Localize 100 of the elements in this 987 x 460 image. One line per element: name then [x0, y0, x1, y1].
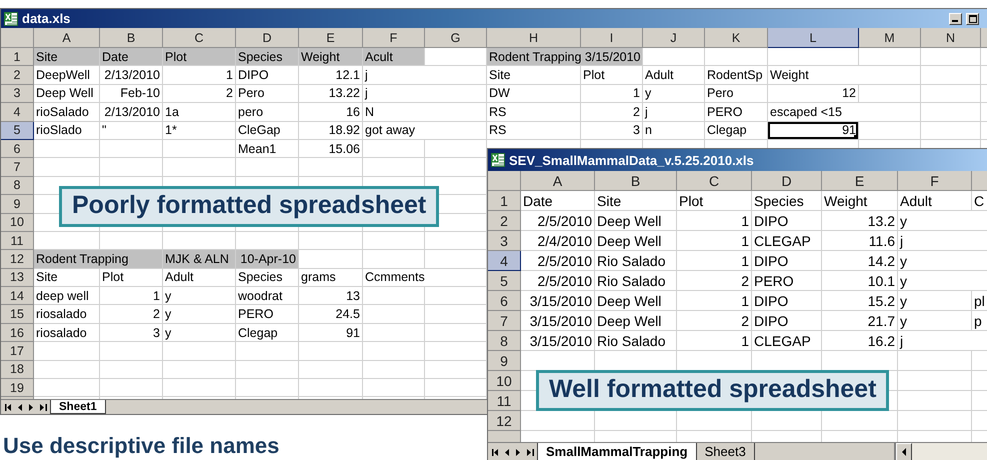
row-header[interactable]: 7: [488, 311, 521, 331]
row-header[interactable]: 7: [1, 158, 34, 177]
column-header[interactable]: E: [299, 28, 363, 48]
table-cell: 1: [677, 211, 752, 231]
table-cell: Deep Well: [595, 231, 677, 251]
table-cell: y: [898, 291, 972, 311]
table-cell: j: [363, 84, 487, 104]
column-header[interactable]: L: [768, 28, 859, 48]
row-header[interactable]: 15: [1, 305, 34, 324]
table-cell: n: [643, 122, 705, 140]
window-title: SEV_SmallMammalData_v.5.25.2010.xls: [509, 152, 755, 168]
sheet-tab[interactable]: Sheet1: [50, 400, 106, 414]
table-cell: 14.2: [822, 251, 898, 271]
column-header[interactable]: I: [581, 28, 643, 48]
row-header[interactable]: 12: [488, 411, 521, 431]
column-header[interactable]: K: [705, 28, 768, 48]
table-cell: Weight: [768, 66, 921, 85]
column-header[interactable]: J: [643, 28, 705, 48]
row-header[interactable]: 10: [1, 214, 34, 232]
column-header[interactable]: B: [595, 171, 677, 191]
column-header[interactable]: F: [363, 28, 425, 48]
column-header[interactable]: E: [822, 171, 898, 191]
last-arrow-icon[interactable]: [40, 404, 47, 410]
table-cell: Feb-10: [100, 84, 163, 104]
minimize-button[interactable]: [949, 12, 962, 24]
column-header[interactable]: F: [898, 171, 972, 191]
column-header[interactable]: H: [487, 28, 581, 48]
row-header[interactable]: 10: [488, 371, 521, 391]
left-arrow-icon[interactable]: [505, 448, 510, 456]
right-arrow-icon[interactable]: [516, 448, 521, 456]
row-header[interactable]: 19: [1, 379, 34, 398]
column-header[interactable]: C: [163, 28, 236, 48]
row-header[interactable]: 6: [488, 291, 521, 311]
empty-cell: [299, 379, 363, 398]
column-header[interactable]: D: [236, 28, 299, 48]
column-header[interactable]: D: [752, 171, 822, 191]
row-header[interactable]: 4: [488, 251, 521, 271]
table-cell: Deep Well: [595, 291, 677, 311]
row-header[interactable]: 13: [1, 268, 34, 288]
row-header[interactable]: 3: [488, 231, 521, 251]
horizontal-scrollbar[interactable]: [894, 443, 987, 460]
row-header[interactable]: 8: [1, 176, 34, 196]
column-header[interactable]: B: [100, 28, 163, 48]
row-header[interactable]: 9: [1, 195, 34, 214]
column-header[interactable]: A: [34, 28, 100, 48]
left-arrow-icon[interactable]: [18, 404, 23, 410]
row-header[interactable]: 12: [1, 250, 34, 269]
row-header[interactable]: 14: [1, 287, 34, 306]
row-header[interactable]: 6: [1, 140, 34, 158]
row-header[interactable]: 17: [1, 342, 34, 361]
table-cell: 24.5: [299, 305, 363, 324]
right-arrow-icon[interactable]: [29, 404, 34, 410]
table-cell: 2/13/2010: [100, 66, 163, 85]
row-header[interactable]: 1: [488, 191, 521, 211]
table-cell: Adult: [643, 66, 705, 85]
row-header[interactable]: 1: [1, 48, 34, 66]
first-arrow-icon[interactable]: [5, 404, 12, 410]
column-header[interactable]: N: [921, 28, 981, 48]
table-cell: woodrat: [236, 287, 299, 306]
column-header[interactable]: C: [677, 171, 752, 191]
column-header[interactable]: M: [859, 28, 921, 48]
empty-cell: [363, 250, 425, 269]
table-cell: Weight: [822, 191, 898, 211]
table-cell: Site: [595, 191, 677, 211]
row-header[interactable]: 9: [488, 351, 521, 371]
table-cell: Species: [752, 191, 822, 211]
table-cell: Plot: [581, 66, 643, 85]
callout-label: Poorly formatted spreadsheet: [59, 186, 440, 228]
table-cell: y: [898, 211, 987, 231]
row-header[interactable]: 5: [1, 122, 34, 140]
maximize-button[interactable]: [966, 12, 979, 24]
table-cell: 21.7: [822, 311, 898, 331]
column-header[interactable]: G: [425, 28, 487, 48]
table-cell: 10-Apr-10: [236, 250, 299, 269]
scroll-left-button[interactable]: [896, 443, 912, 460]
row-header[interactable]: 8: [488, 331, 521, 351]
row-header[interactable]: 5: [488, 271, 521, 291]
table-cell: 3/15/2010: [521, 311, 595, 331]
column-header[interactable]: A: [521, 171, 595, 191]
empty-cell: [363, 324, 425, 342]
table-cell: Deep Well: [595, 311, 677, 331]
empty-cell: [236, 360, 299, 380]
row-header[interactable]: 3: [1, 84, 34, 104]
first-arrow-icon[interactable]: [492, 448, 499, 456]
row-header[interactable]: 2: [1, 66, 34, 85]
row-header[interactable]: 18: [1, 360, 34, 380]
row-header[interactable]: 2: [488, 211, 521, 231]
table-cell: 91: [299, 324, 363, 342]
table-cell: 15.2: [822, 291, 898, 311]
last-arrow-icon[interactable]: [527, 448, 534, 456]
table-cell: Deep Well: [595, 211, 677, 231]
row-header[interactable]: 4: [1, 103, 34, 122]
row-header[interactable]: 16: [1, 324, 34, 342]
table-cell: y: [643, 84, 705, 104]
table-cell: DIPO: [752, 211, 822, 231]
sheet-tab[interactable]: SmallMammalTrapping: [537, 443, 697, 460]
table-cell: DW: [487, 84, 581, 104]
row-header[interactable]: 11: [488, 391, 521, 411]
row-header[interactable]: 11: [1, 232, 34, 250]
table-cell: Rio Salado: [595, 271, 677, 291]
